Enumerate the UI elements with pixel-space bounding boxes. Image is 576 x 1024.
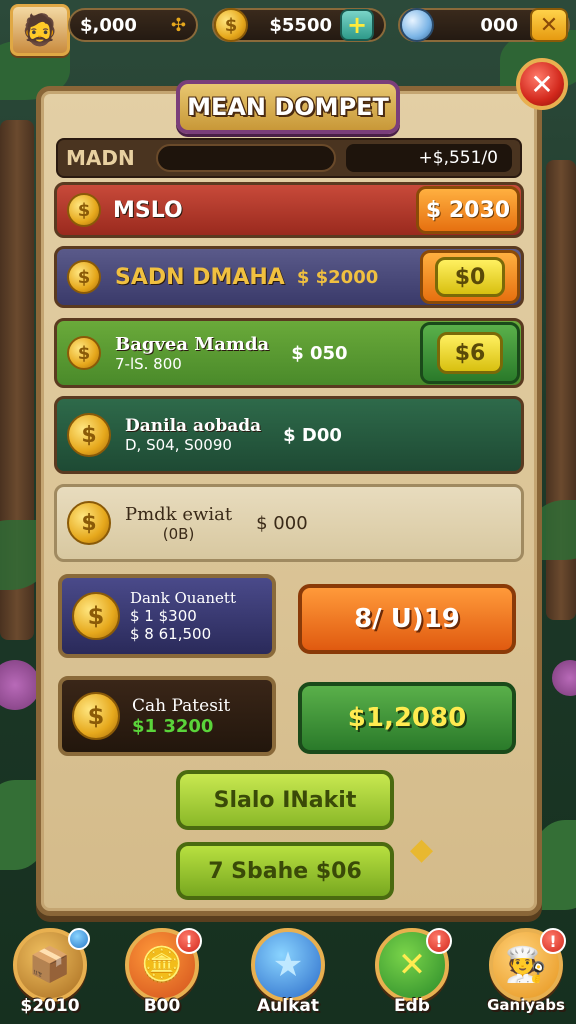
row-name: Danila aobada <box>125 416 262 436</box>
box-title: Dank Ouanett <box>130 589 236 607</box>
coin-icon: $ <box>214 8 248 42</box>
row-name: SADN DMAHA <box>115 264 285 290</box>
sparkle-icon: ✣ <box>170 14 186 36</box>
add-coins-button[interactable]: + <box>340 9 374 41</box>
row-action-button[interactable]: $6 <box>420 322 520 384</box>
row-text: Pmdk ewiat (0B) <box>125 504 232 543</box>
top-resource-bar: 🧔 $,000 ✣ $ $5500 + 000 ✕ <box>6 4 570 56</box>
alert-badge-icon: ! <box>176 928 202 954</box>
flower <box>552 660 576 696</box>
box-text: Dank Ouanett $ 1 $300 $ 8 61,500 <box>130 589 236 643</box>
nav-label: B00 <box>143 996 181 1016</box>
row-name: Pmdk ewiat <box>125 503 233 525</box>
panel-title-banner: MEAN DOMPET <box>176 80 400 134</box>
nav-label: Edb <box>394 996 430 1016</box>
progress-value: +$,551/0 <box>346 144 512 172</box>
coin-icon: $ <box>67 336 101 370</box>
progress-bar <box>156 144 336 172</box>
row-button-label: $0 <box>435 257 505 297</box>
orange-action-button[interactable]: 8/ U)19 <box>298 584 516 654</box>
coin-icon: $ <box>72 692 120 740</box>
alert-badge-icon: ! <box>426 928 452 954</box>
row-text: Bagvea Mamda 7-lS. 800 <box>115 334 269 373</box>
coin-icon: $ <box>67 193 101 227</box>
close-button[interactable]: ✕ <box>516 58 568 110</box>
nav-item-coins[interactable]: 🪙 B00 ! <box>120 928 204 1016</box>
row-sub: (0B) <box>162 524 195 543</box>
row-action-button[interactable]: $ 2030 <box>416 186 520 234</box>
row-amount: $ 050 <box>291 342 348 364</box>
lime-button-2[interactable]: 7 Sbahe $06 <box>176 842 394 900</box>
box-title: Cah Patesit <box>132 695 231 716</box>
bottom-nav: 📦 $2010 🪙 B00 ! ★ Aulkat ✕ Edb ! 🧑‍🍳 Gan… <box>0 924 576 1024</box>
box-line: $ 1 $300 <box>130 607 197 625</box>
row-amount: $ D00 <box>283 424 342 446</box>
row-text: Danila aobada D, S04, S0090 <box>125 416 261 454</box>
nav-item-edit[interactable]: ✕ Edb ! <box>370 928 454 1016</box>
star-icon: ★ <box>251 928 325 1002</box>
progress-label: MADN <box>66 146 135 170</box>
close-small-icon[interactable]: ✕ <box>530 8 568 42</box>
lime-button-1[interactable]: Slalo INakit <box>176 770 394 830</box>
coin-icon: $ <box>72 592 120 640</box>
avatar-icon: 🧔 <box>21 12 59 48</box>
gem-amount: 000 <box>480 14 518 36</box>
nav-label: Aulkat <box>257 996 319 1016</box>
green-action-button[interactable]: $1,2080 <box>298 682 516 754</box>
flower <box>0 660 40 710</box>
nav-item-chest[interactable]: 📦 $2010 <box>8 928 92 1016</box>
row-button-label: $6 <box>437 332 503 374</box>
row-sub: D, S04, S0090 <box>125 436 232 454</box>
box-text: Cah Patesit $1 3200 <box>132 696 230 737</box>
nav-item-star[interactable]: ★ Aulkat <box>246 928 330 1016</box>
box-line: $1 3200 <box>132 715 214 737</box>
row-amount: $ 000 <box>256 512 308 534</box>
coin-icon: $ <box>67 260 101 294</box>
nav-item-chef[interactable]: 🧑‍🍳 Ganiyabs ! <box>484 928 568 1014</box>
alert-badge-icon: ! <box>540 928 566 954</box>
info-box[interactable]: $ Cah Patesit $1 3200 <box>58 676 276 756</box>
coin-icon: $ <box>67 413 111 457</box>
progress-row: MADN +$,551/0 <box>56 138 522 178</box>
row-name: Bagvea Mamda <box>115 333 270 355</box>
wallet-row[interactable]: $ Pmdk ewiat (0B) $ 000 <box>54 484 524 562</box>
info-box[interactable]: $ Dank Ouanett $ 1 $300 $ 8 61,500 <box>58 574 276 658</box>
coin-counter: $ $5500 + <box>212 8 386 42</box>
nav-label: Ganiyabs <box>487 996 565 1014</box>
coin-icon: $ <box>67 501 111 545</box>
coin-amount: $5500 <box>269 14 332 36</box>
nav-label: $2010 <box>20 996 80 1016</box>
box-line: $ 8 61,500 <box>130 625 212 643</box>
diamond-badge-icon <box>68 928 90 950</box>
player-resource: $,000 ✣ <box>68 8 198 42</box>
player-value: $,000 <box>80 14 137 36</box>
row-amount: $ $2000 <box>296 266 379 288</box>
player-avatar[interactable]: 🧔 <box>10 4 70 56</box>
gem-icon <box>400 8 434 42</box>
row-name: MSLO <box>113 197 183 223</box>
gem-counter: 000 ✕ <box>398 8 570 42</box>
wallet-row[interactable]: $ Danila aobada D, S04, S0090 $ D00 <box>54 396 524 474</box>
row-sub: 7-lS. 800 <box>115 354 182 373</box>
panel-title: MEAN DOMPET <box>187 93 389 121</box>
gold-nugget-icon: ◆ <box>410 832 434 867</box>
row-action-button[interactable]: $0 <box>420 250 520 304</box>
